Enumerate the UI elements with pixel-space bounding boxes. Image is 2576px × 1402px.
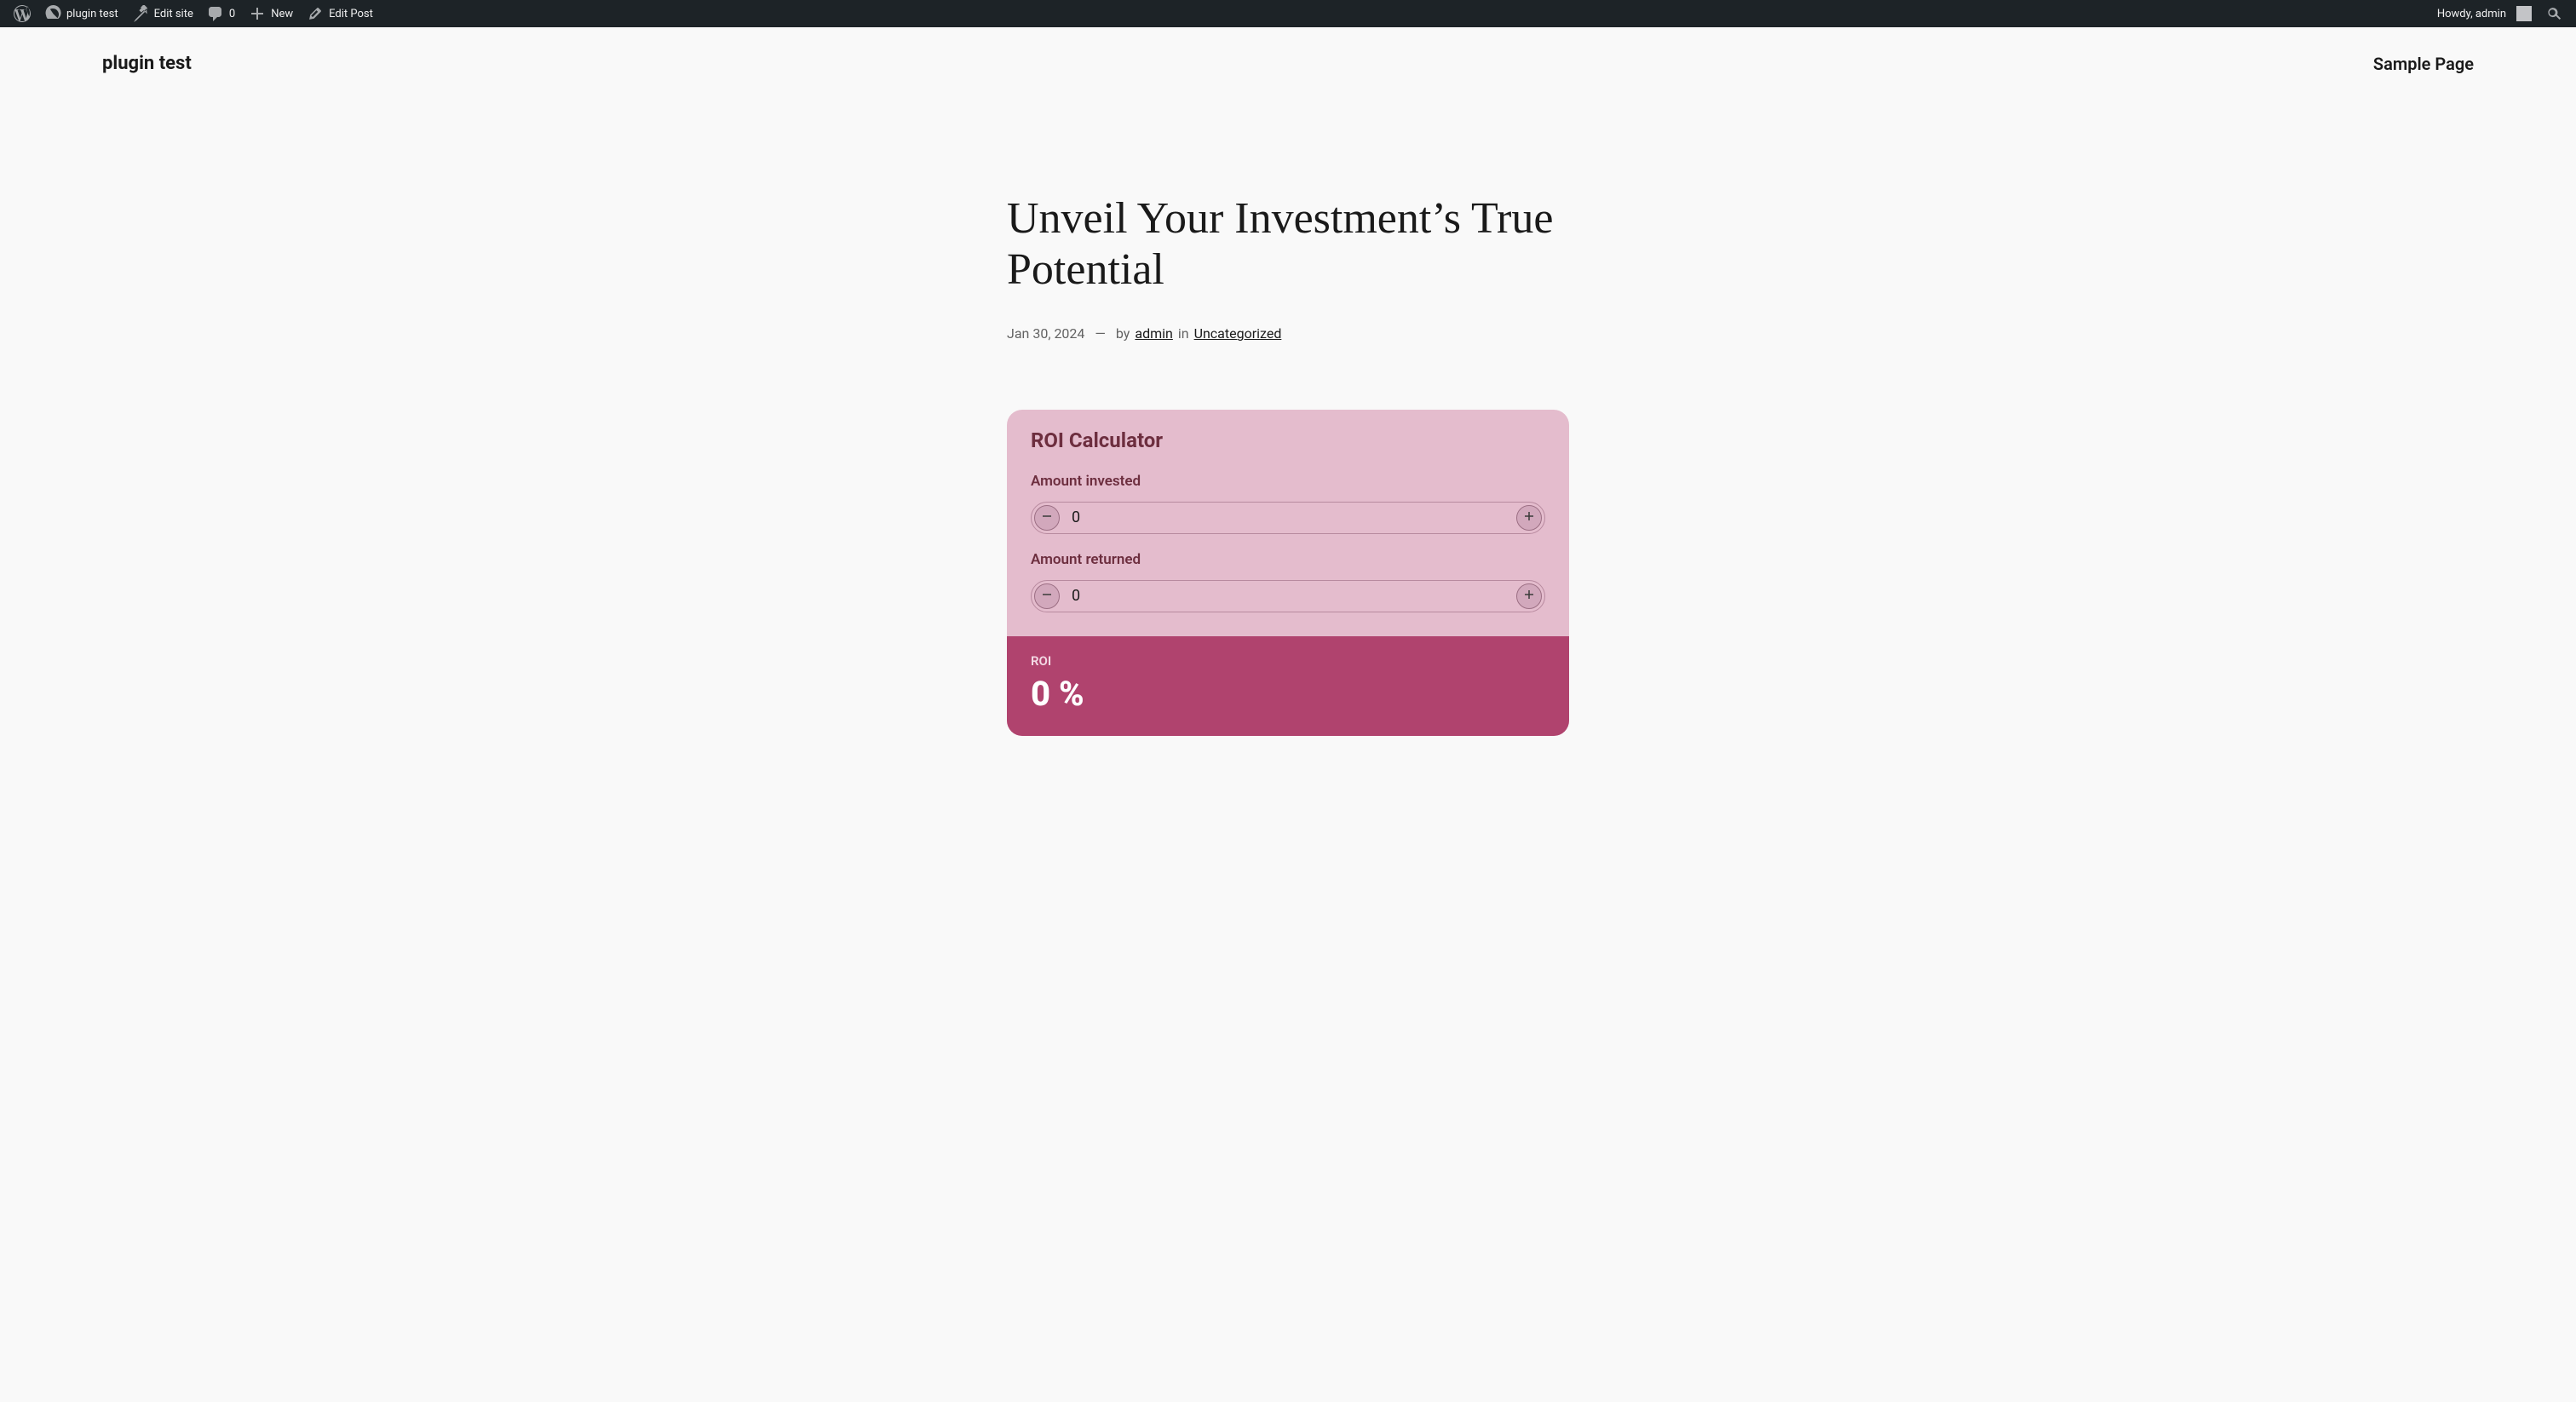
wp-admin-bar: plugin test Edit site 0 New Edit Post bbox=[0, 0, 2576, 27]
by-label: by bbox=[1116, 325, 1130, 342]
post-title: Unveil Your Investment’s True Potential bbox=[1007, 193, 1569, 296]
roi-calculator: ROI Calculator Amount invested bbox=[1007, 410, 1569, 736]
minus-icon bbox=[1041, 589, 1053, 603]
howdy-label: Howdy, admin bbox=[2437, 8, 2506, 20]
new-content-link[interactable]: New bbox=[242, 0, 300, 27]
hammer-icon bbox=[132, 5, 149, 22]
plus-icon bbox=[249, 5, 266, 22]
primary-nav: Sample Page bbox=[2373, 54, 2474, 74]
admin-bar-right: Howdy, admin bbox=[2430, 0, 2569, 27]
plus-icon bbox=[1523, 510, 1535, 525]
amount-invested-field: Amount invested bbox=[1031, 473, 1545, 534]
content-area: Unveil Your Investment’s True Potential … bbox=[990, 193, 1586, 736]
site-header: plugin test Sample Page bbox=[0, 27, 2576, 100]
result-label: ROI bbox=[1031, 653, 1545, 669]
returned-increment-button[interactable] bbox=[1516, 583, 1542, 609]
site-name-menu[interactable]: plugin test bbox=[37, 0, 125, 27]
in-label: in bbox=[1178, 325, 1189, 342]
wordpress-icon bbox=[14, 5, 31, 22]
my-account-link[interactable]: Howdy, admin bbox=[2430, 0, 2539, 27]
calculator-title: ROI Calculator bbox=[1031, 428, 1545, 452]
site-title[interactable]: plugin test bbox=[102, 53, 192, 74]
result-value: 0 % bbox=[1031, 674, 1545, 714]
invested-decrement-button[interactable] bbox=[1034, 505, 1060, 531]
dashboard-icon bbox=[44, 5, 61, 22]
amount-returned-label: Amount returned bbox=[1031, 551, 1545, 568]
amount-returned-input[interactable] bbox=[1060, 587, 1516, 605]
minus-icon bbox=[1041, 510, 1053, 525]
nav-sample-page[interactable]: Sample Page bbox=[2373, 54, 2474, 74]
edit-site-link[interactable]: Edit site bbox=[125, 0, 200, 27]
site-name-label: plugin test bbox=[66, 8, 118, 20]
search-icon bbox=[2545, 5, 2562, 22]
admin-bar-left: plugin test Edit site 0 New Edit Post bbox=[7, 0, 380, 27]
amount-returned-stepper bbox=[1031, 580, 1545, 612]
plus-icon bbox=[1523, 589, 1535, 603]
meta-separator: — bbox=[1095, 325, 1106, 342]
edit-post-link[interactable]: Edit Post bbox=[300, 0, 380, 27]
edit-post-label: Edit Post bbox=[329, 8, 373, 20]
amount-invested-stepper bbox=[1031, 502, 1545, 534]
comments-link[interactable]: 0 bbox=[200, 0, 242, 27]
avatar bbox=[2516, 6, 2532, 21]
search-toggle[interactable] bbox=[2539, 0, 2569, 27]
new-label: New bbox=[271, 8, 293, 20]
comment-icon bbox=[207, 5, 224, 22]
post-author[interactable]: admin bbox=[1135, 325, 1172, 342]
returned-decrement-button[interactable] bbox=[1034, 583, 1060, 609]
post-meta: Jan 30, 2024 — by admin in Uncategorized bbox=[1007, 325, 1569, 342]
amount-invested-input[interactable] bbox=[1060, 509, 1516, 526]
invested-increment-button[interactable] bbox=[1516, 505, 1542, 531]
calculator-result: ROI 0 % bbox=[1007, 636, 1569, 736]
calculator-inputs: ROI Calculator Amount invested bbox=[1007, 410, 1569, 636]
amount-invested-label: Amount invested bbox=[1031, 473, 1545, 490]
post-date: Jan 30, 2024 bbox=[1007, 325, 1084, 342]
wp-logo-menu[interactable] bbox=[7, 0, 37, 27]
edit-site-label: Edit site bbox=[154, 8, 193, 20]
comments-count: 0 bbox=[229, 8, 235, 20]
post-category[interactable]: Uncategorized bbox=[1194, 325, 1282, 342]
amount-returned-field: Amount returned bbox=[1031, 551, 1545, 612]
pencil-icon bbox=[307, 5, 324, 22]
